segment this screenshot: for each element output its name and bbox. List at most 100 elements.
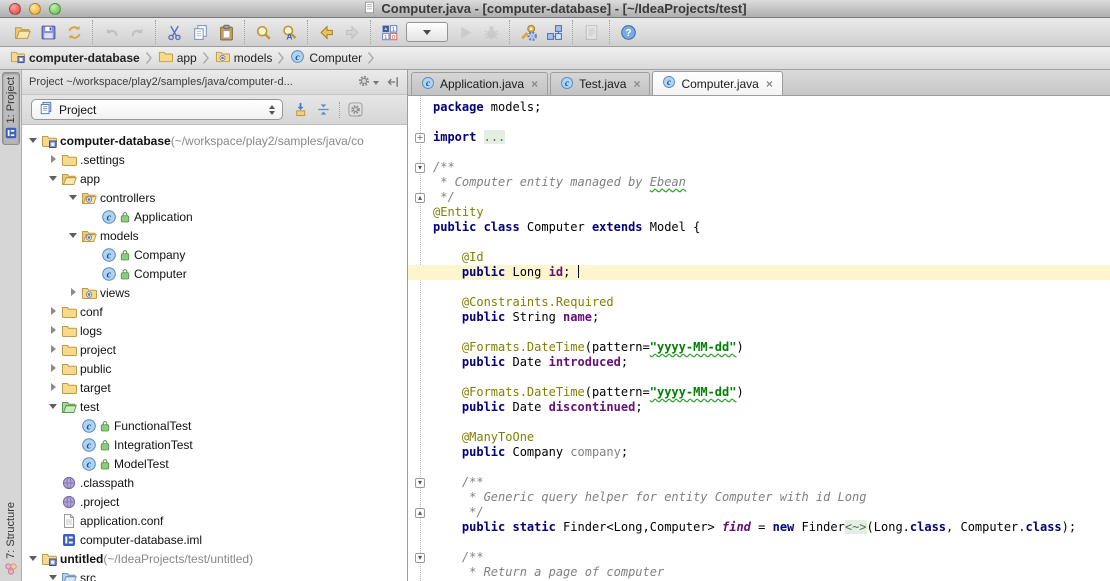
tree-item--classpath[interactable]: .classpath (22, 473, 407, 492)
fold-start-icon[interactable]: ▾ (415, 478, 425, 488)
breadcrumb-item-computer[interactable]: cComputer (288, 49, 364, 67)
tree-item-untitled[interactable]: untitled (~/IdeaProjects/test/untitled) (22, 549, 407, 568)
tree-collapsed-arrow-icon[interactable] (68, 287, 79, 298)
tree-item-label: computer-database.iml (80, 533, 202, 547)
paste-icon[interactable] (214, 21, 238, 43)
sphere-icon (61, 475, 77, 491)
tree-item-computer-database-iml[interactable]: computer-database.iml (22, 530, 407, 549)
tree-item-modeltest[interactable]: cModelTest (22, 454, 407, 473)
back-icon[interactable] (314, 21, 338, 43)
fold-start-icon[interactable]: ▾ (415, 163, 425, 173)
close-tab-icon[interactable]: × (633, 78, 640, 90)
project-view-selector[interactable]: Project (31, 99, 283, 120)
redo-icon[interactable] (125, 21, 149, 43)
minimize-window-button[interactable] (29, 3, 41, 15)
tree-item-conf[interactable]: conf (22, 302, 407, 321)
collapse-all-icon[interactable] (316, 102, 331, 117)
tree-expanded-arrow-icon[interactable] (68, 230, 79, 241)
code-text: * Computer entity managed by Ebean (433, 175, 686, 190)
tree-collapsed-arrow-icon[interactable] (48, 363, 59, 374)
tree-expanded-arrow-icon[interactable] (48, 173, 59, 184)
breadcrumb-item-app[interactable]: app (156, 49, 199, 67)
fold-end-icon[interactable]: ▴ (415, 508, 425, 518)
tree-collapsed-arrow-icon[interactable] (48, 154, 59, 165)
close-tab-icon[interactable]: × (531, 78, 538, 90)
close-tab-icon[interactable]: × (766, 78, 773, 90)
scroll-from-source-icon[interactable] (293, 102, 308, 117)
breadcrumb-item-models[interactable]: models (213, 49, 275, 67)
tree-expanded-arrow-icon[interactable] (68, 192, 79, 203)
tree-item-target[interactable]: target (22, 378, 407, 397)
tree-item-label: Computer (134, 267, 187, 281)
synchronize-icon[interactable] (62, 21, 86, 43)
code-text: /** (433, 550, 484, 565)
tree-item-functionaltest[interactable]: cFunctionalTest (22, 416, 407, 435)
breadcrumb-item-computer-database[interactable]: computer-database (8, 49, 142, 67)
tree-collapsed-arrow-icon[interactable] (48, 306, 59, 317)
code-text: @Formats.DateTime(pattern="yyyy-MM-dd") (433, 340, 744, 355)
editor-tab-application-java[interactable]: cApplication.java× (411, 72, 548, 95)
tree-collapsed-arrow-icon[interactable] (48, 344, 59, 355)
editor-tab-computer-java[interactable]: cComputer.java× (652, 71, 782, 95)
tool-window-button-structure[interactable]: 7: Structure (4, 498, 18, 580)
code-editor[interactable]: package models;+import ...▾/** * Compute… (408, 96, 1110, 581)
tree-item-application[interactable]: cApplication (22, 207, 407, 226)
gutter (408, 220, 433, 235)
hide-panel-icon[interactable] (386, 75, 400, 89)
tree-item-test[interactable]: test (22, 397, 407, 416)
tree-item-app[interactable]: app (22, 169, 407, 188)
save-all-icon[interactable] (36, 21, 60, 43)
forward-icon[interactable] (340, 21, 364, 43)
fold-start-icon[interactable]: ▾ (415, 553, 425, 563)
tree-collapsed-arrow-icon[interactable] (48, 325, 59, 336)
tree-item--project[interactable]: .project (22, 492, 407, 511)
svg-text:c: c (296, 52, 301, 63)
zoom-window-button[interactable] (49, 3, 61, 15)
cut-icon[interactable] (162, 21, 186, 43)
tree-expanded-arrow-icon[interactable] (48, 401, 59, 412)
tree-expanded-arrow-icon[interactable] (48, 572, 59, 581)
tree-collapsed-arrow-icon[interactable] (48, 382, 59, 393)
tree-item-application-conf[interactable]: application.conf (22, 511, 407, 530)
settings-gear-icon[interactable] (348, 102, 363, 117)
code-line: @Formats.DateTime(pattern="yyyy-MM-dd") (408, 340, 1110, 355)
tree-item-integrationtest[interactable]: cIntegrationTest (22, 435, 407, 454)
tree-item-views[interactable]: views (22, 283, 407, 302)
export-icon[interactable] (579, 21, 603, 43)
tree-item-computer[interactable]: cComputer (22, 264, 407, 283)
tool-window-button-project[interactable]: 1: Project (2, 72, 20, 145)
tree-item-computer-database[interactable]: computer-database (~/workspace/play2/sam… (22, 131, 407, 150)
undo-icon[interactable] (99, 21, 123, 43)
run-configurations-icon[interactable]: 110 (377, 21, 401, 43)
project-structure-icon[interactable] (542, 21, 566, 43)
breadcrumb-chevron-icon (367, 50, 375, 66)
tree-item-public[interactable]: public (22, 359, 407, 378)
tree-expanded-arrow-icon[interactable] (28, 135, 39, 146)
tree-item-company[interactable]: cCompany (22, 245, 407, 264)
gutter: ▾ (408, 550, 433, 565)
code-text: @ManyToOne (433, 430, 534, 445)
tree-item-project[interactable]: project (22, 340, 407, 359)
find-icon[interactable] (251, 21, 275, 43)
tree-item-label: conf (80, 305, 103, 319)
tree-expanded-arrow-icon[interactable] (28, 553, 39, 564)
close-window-button[interactable] (9, 3, 21, 15)
tree-item-label: project (80, 343, 116, 357)
run-config-selector[interactable] (406, 22, 448, 42)
open-project-icon[interactable] (10, 21, 34, 43)
panel-settings-gear-icon[interactable] (357, 74, 379, 91)
fold-end-icon[interactable]: ▴ (415, 193, 425, 203)
tree-item-src[interactable]: src (22, 568, 407, 581)
copy-icon[interactable] (188, 21, 212, 43)
settings-icon[interactable] (516, 21, 540, 43)
help-icon[interactable]: ? (616, 21, 640, 43)
tree-item-logs[interactable]: logs (22, 321, 407, 340)
editor-tab-test-java[interactable]: cTest.java× (550, 72, 650, 95)
tree-item--settings[interactable]: .settings (22, 150, 407, 169)
tree-item-models[interactable]: models (22, 226, 407, 245)
debug-icon[interactable] (479, 21, 503, 43)
fold-expand-icon[interactable]: + (415, 133, 425, 143)
run-icon[interactable] (453, 21, 477, 43)
replace-icon[interactable]: A (277, 21, 301, 43)
tree-item-controllers[interactable]: controllers (22, 188, 407, 207)
